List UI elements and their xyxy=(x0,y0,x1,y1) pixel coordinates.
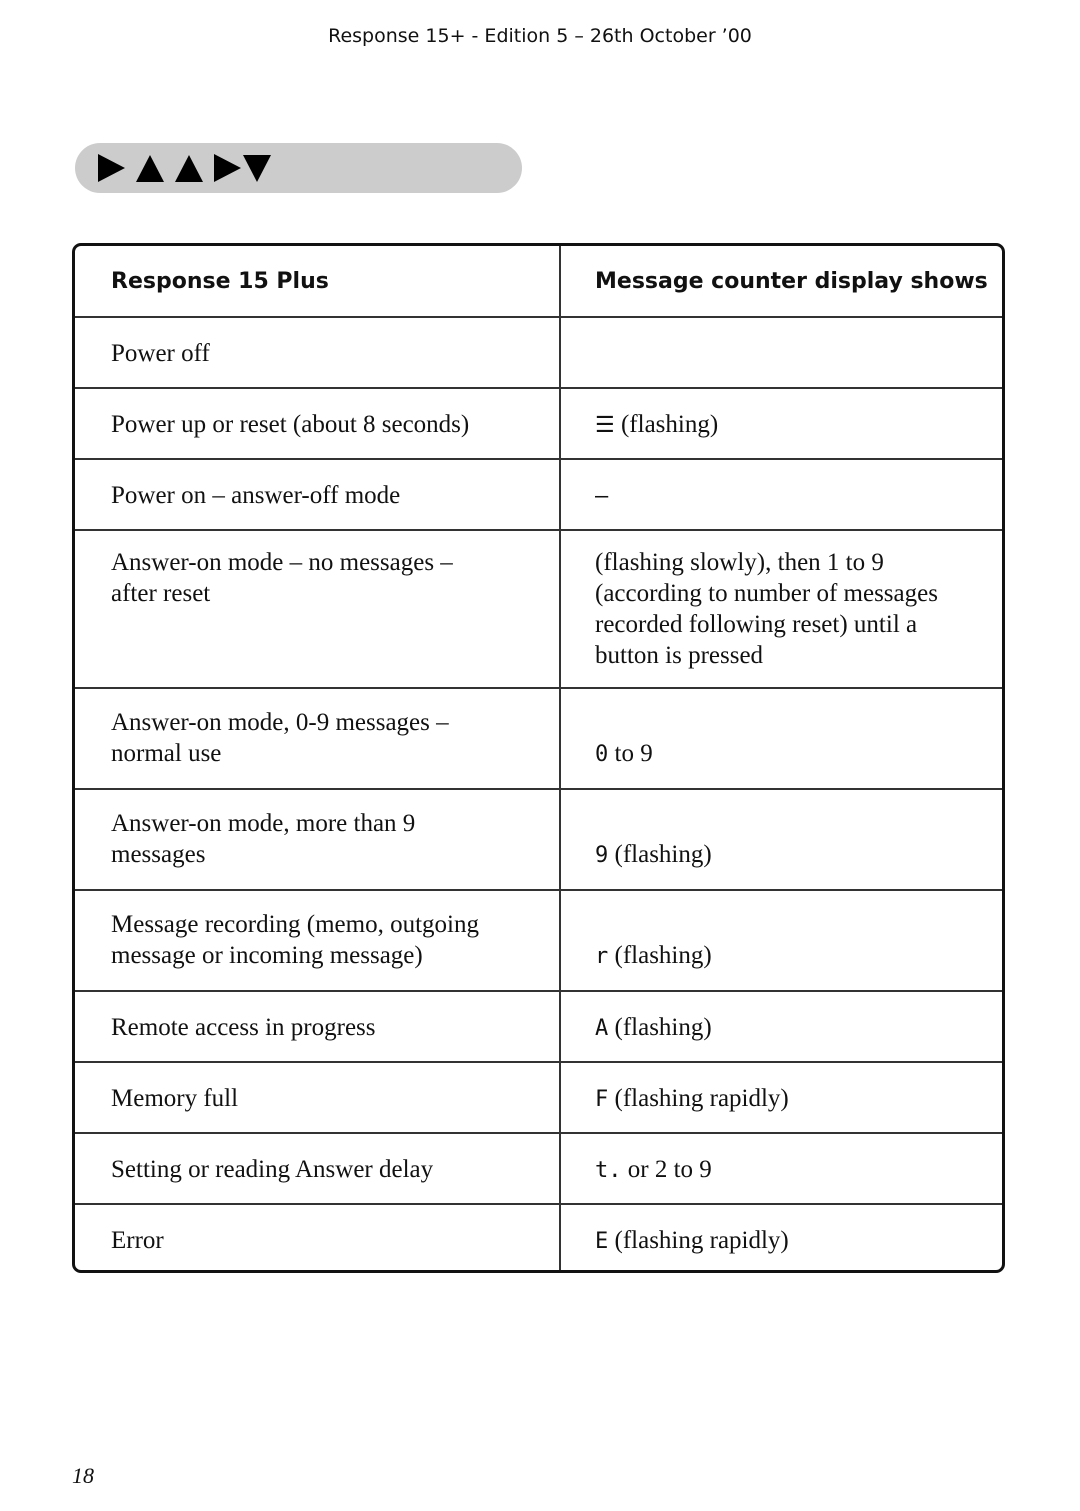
arrow-right-icon xyxy=(214,154,241,182)
arrow-right-icon xyxy=(98,154,125,182)
arrow-up-icon xyxy=(136,155,164,182)
state-cell: Power on – answer-off mode xyxy=(75,459,561,531)
lcd-symbol: E xyxy=(595,1229,609,1254)
table-row: Answer-on mode – no messages – after res… xyxy=(75,530,1002,689)
state-cell: Answer-on mode – no messages – after res… xyxy=(75,530,561,689)
lcd-symbol: ☰ xyxy=(595,413,615,438)
page-number: 18 xyxy=(72,1463,94,1488)
lcd-symbol: – xyxy=(595,484,609,509)
table-row: Memory full F (flashing rapidly) xyxy=(75,1062,1002,1134)
lcd-symbol: r xyxy=(595,944,609,969)
display-cell: A (flashing) xyxy=(560,991,1002,1063)
lcd-symbol: t. xyxy=(595,1158,622,1183)
table-row: Power on – answer-off mode – xyxy=(75,459,1002,531)
page-header: Response 15+ - Edition 5 – 26th October … xyxy=(328,25,752,47)
display-cell xyxy=(560,317,1002,389)
column-header-state: Response 15 Plus xyxy=(75,246,561,318)
column-header-display: Message counter display shows xyxy=(560,246,1002,318)
arrow-up-icon xyxy=(175,155,203,182)
display-cell: ☰ (flashing) xyxy=(560,388,1002,460)
display-cell: (flashing slowly), then 1 to 9 (accordin… xyxy=(560,530,1002,689)
display-cell: 0 to 9 xyxy=(560,688,1002,790)
display-cell: E (flashing rapidly) xyxy=(595,1227,789,1254)
state-cell: Answer-on mode, more than 9 messages xyxy=(75,789,561,891)
lcd-symbol: 0 xyxy=(595,742,609,767)
display-cell: 9 (flashing) xyxy=(560,789,1002,891)
navigation-bar xyxy=(75,143,522,193)
arrow-down-icon xyxy=(243,155,271,182)
display-cell: F (flashing rapidly) xyxy=(560,1062,1002,1134)
state-cell: Power off xyxy=(75,317,561,389)
table-row: Setting or reading Answer delay t. or 2 … xyxy=(75,1133,1002,1205)
state-cell: Message recording (memo, outgoing messag… xyxy=(75,890,561,992)
display-cell: – xyxy=(560,459,1002,531)
state-cell: Setting or reading Answer delay xyxy=(75,1133,561,1205)
display-states-table: Response 15 Plus Message counter display… xyxy=(72,243,1005,1273)
table-row: Message recording (memo, outgoing messag… xyxy=(75,890,1002,992)
lcd-symbol: A xyxy=(595,1016,609,1041)
display-cell: r (flashing) xyxy=(560,890,1002,992)
table-row: Error E (flashing rapidly) xyxy=(75,1204,1002,1270)
state-cell: Error xyxy=(75,1204,561,1270)
table-header-row: Response 15 Plus Message counter display… xyxy=(75,246,1002,318)
nav-arrows xyxy=(98,154,271,182)
table-row: Power up or reset (about 8 seconds) ☰ (f… xyxy=(75,388,1002,460)
table-row: Answer-on mode, 0-9 messages – normal us… xyxy=(75,688,1002,790)
lcd-symbol: F xyxy=(595,1087,609,1112)
state-cell: Remote access in progress xyxy=(75,991,561,1063)
lcd-symbol: 9 xyxy=(595,843,609,868)
table-row: Answer-on mode, more than 9 messages 9 (… xyxy=(75,789,1002,891)
state-cell: Answer-on mode, 0-9 messages – normal us… xyxy=(75,688,561,790)
display-cell: t. or 2 to 9 xyxy=(560,1133,1002,1205)
table-row: Remote access in progress A (flashing) xyxy=(75,991,1002,1063)
state-cell: Power up or reset (about 8 seconds) xyxy=(75,388,561,460)
state-cell: Memory full xyxy=(75,1062,561,1134)
table-row: Power off xyxy=(75,317,1002,389)
